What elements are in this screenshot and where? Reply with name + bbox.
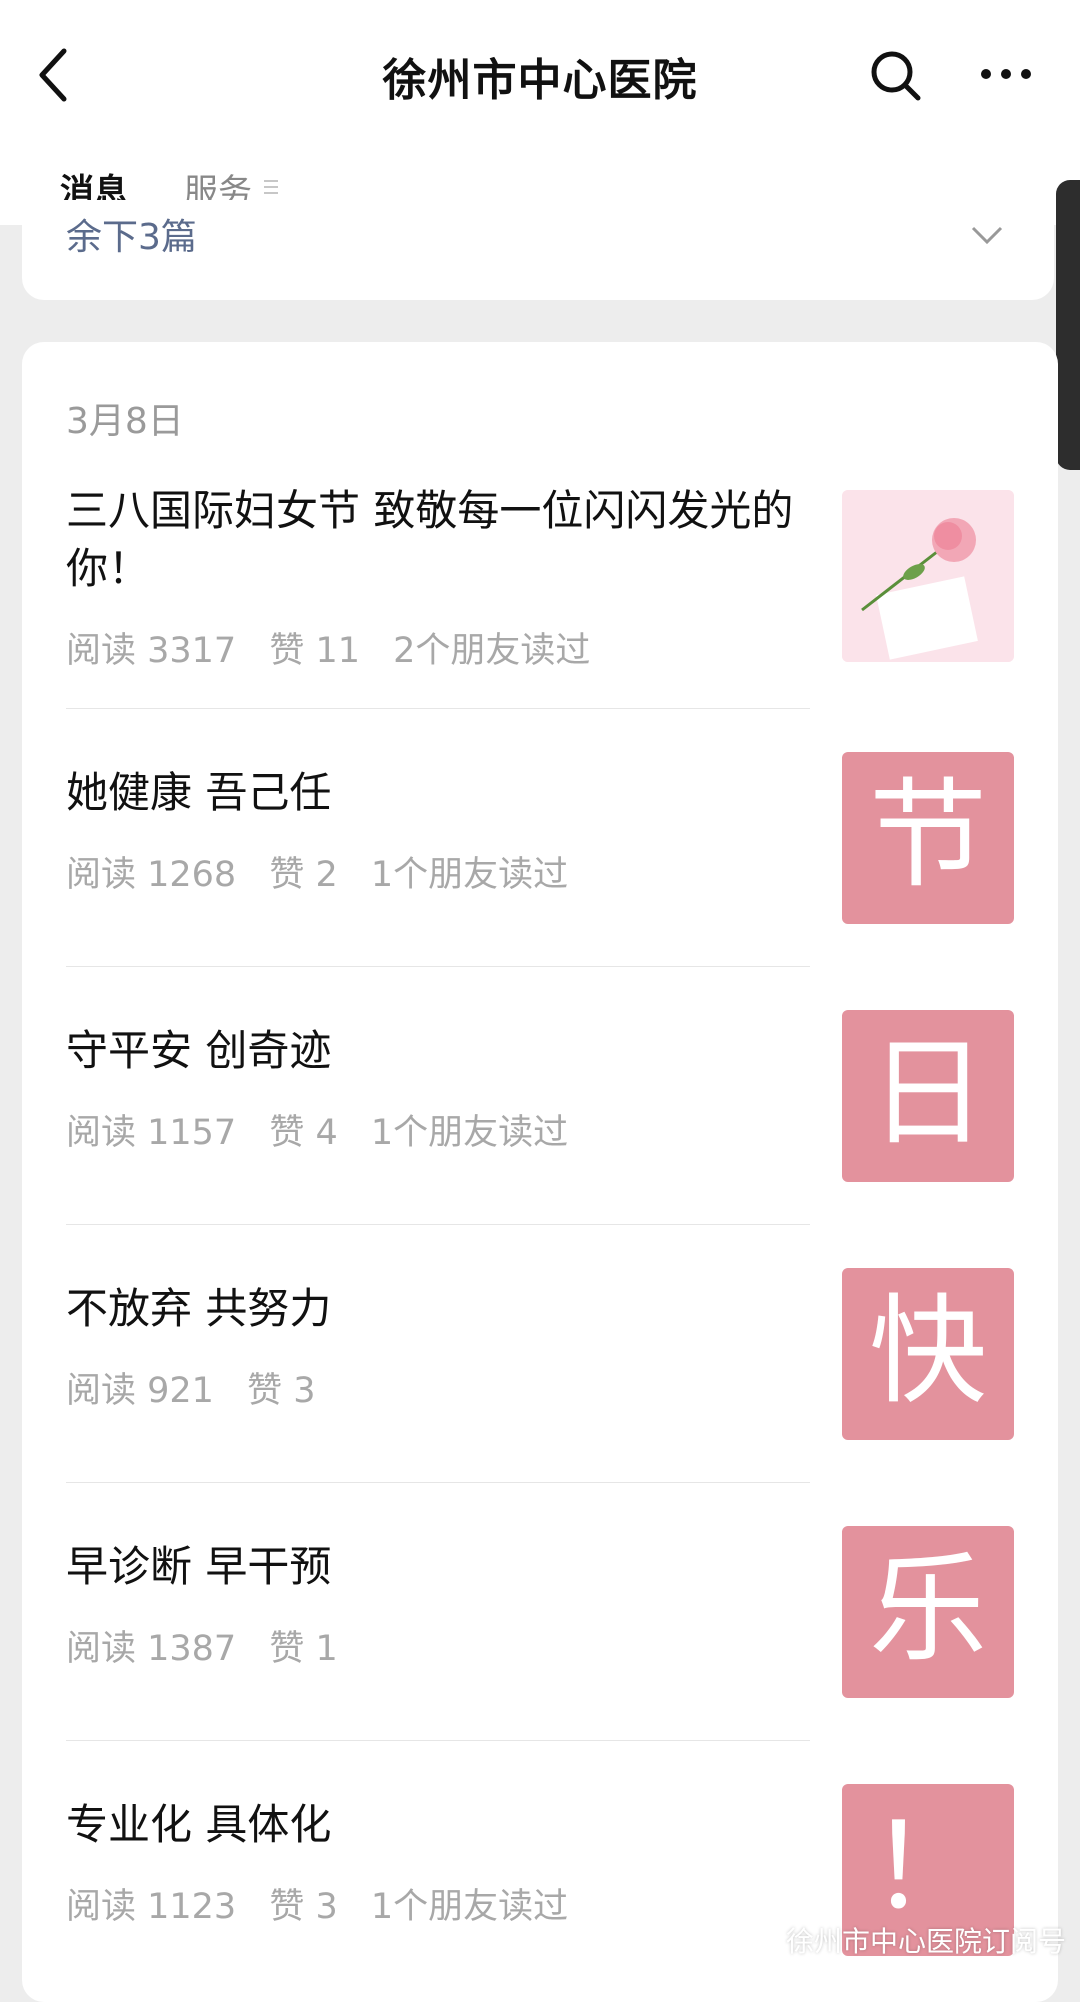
- top-navigation-bar: 徐州市中心医院: [0, 0, 1080, 150]
- friends-read: 2个朋友读过: [393, 631, 591, 671]
- like-count: 赞 1: [269, 1629, 338, 1669]
- article-title: 守平安 创奇迹: [66, 1026, 332, 1075]
- like-count: 赞 4: [269, 1113, 338, 1153]
- article-meta: 阅读 1387 赞 1: [66, 1620, 360, 1671]
- article-thumbnail: 乐: [842, 1526, 1014, 1698]
- remaining-articles-label: 余下3篇: [66, 217, 197, 258]
- article-meta: 阅读 1123 赞 3 1个朋友读过: [66, 1878, 590, 1929]
- article-meta: 阅读 1268 赞 2 1个朋友读过: [66, 846, 590, 897]
- like-count: 赞 2: [269, 855, 338, 895]
- friends-read: 1个朋友读过: [370, 855, 569, 895]
- more-icon[interactable]: [978, 64, 1034, 84]
- read-count: 阅读 1157: [66, 1113, 237, 1153]
- article-title: 她健康 吾己任: [66, 768, 332, 817]
- divider: [66, 966, 810, 967]
- thumbnail-character: 节: [868, 766, 987, 904]
- article-thumbnail: 节: [842, 752, 1014, 924]
- article-title: 早诊断 早干预: [66, 1542, 332, 1591]
- thumbnail-character: 日: [868, 1024, 987, 1162]
- thumbnail-character: ！: [868, 1798, 987, 1936]
- side-drawer-handle[interactable]: [1056, 180, 1080, 470]
- divider: [66, 1740, 810, 1741]
- read-count: 阅读 1123: [66, 1887, 237, 1927]
- article-title: 专业化 具体化: [66, 1800, 332, 1849]
- menu-icon[interactable]: [262, 178, 280, 196]
- watermark: 徐州市中心医院订阅号: [785, 1925, 1066, 1958]
- article-thumbnail: 日: [842, 1010, 1014, 1182]
- date-label: 3月8日: [66, 401, 184, 442]
- divider: [66, 1224, 810, 1225]
- read-count: 阅读 1268: [66, 855, 237, 895]
- article-title: 不放弃 共努力: [66, 1284, 332, 1333]
- read-count: 阅读 1387: [66, 1629, 237, 1669]
- rose-image: [842, 490, 1014, 662]
- thumbnail-character: 快: [868, 1282, 987, 1420]
- article-thumbnail: [842, 490, 1014, 662]
- search-icon[interactable]: [868, 48, 924, 104]
- article-list-card: 3月8日 三八国际妇女节 致敬每一位闪闪发光的你！ 阅读 3317 赞 11 2…: [22, 342, 1058, 2002]
- article-title: 三八国际妇女节 致敬每一位闪闪发光的你！: [66, 486, 794, 593]
- like-count: 赞 3: [247, 1371, 316, 1411]
- chevron-down-icon[interactable]: [970, 224, 1004, 246]
- article-thumbnail: 快: [842, 1268, 1014, 1440]
- article-meta: 阅读 1157 赞 4 1个朋友读过: [66, 1104, 590, 1155]
- like-count: 赞 3: [269, 1887, 338, 1927]
- thumbnail-character: 乐: [868, 1540, 987, 1678]
- divider: [66, 708, 810, 709]
- article-meta: 阅读 921 赞 3: [66, 1362, 337, 1413]
- friends-read: 1个朋友读过: [370, 1887, 569, 1927]
- read-count: 阅读 3317: [66, 631, 237, 671]
- article-meta: 阅读 3317 赞 11 2个朋友读过: [66, 622, 612, 673]
- like-count: 赞 11: [269, 631, 361, 671]
- friends-read: 1个朋友读过: [370, 1113, 569, 1153]
- read-count: 阅读 921: [66, 1371, 214, 1411]
- divider: [66, 1482, 810, 1483]
- collapsed-articles-card[interactable]: 余下3篇: [22, 200, 1054, 300]
